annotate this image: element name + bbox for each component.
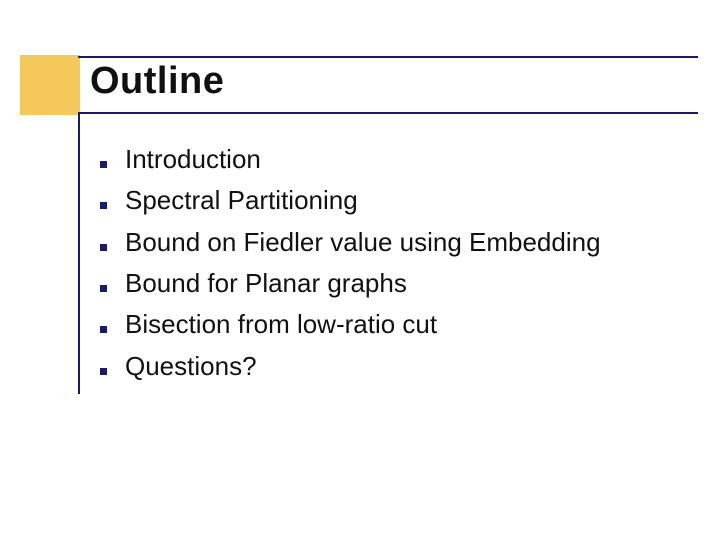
- title-line-bottom: [78, 112, 698, 114]
- list-item: Questions?: [100, 349, 680, 383]
- list-item: Bisection from low-ratio cut: [100, 307, 680, 341]
- square-bullet-icon: [100, 285, 107, 292]
- list-item-label: Bisection from low-ratio cut: [125, 307, 437, 341]
- list-item-label: Bound for Planar graphs: [125, 266, 407, 300]
- title-accent-box: [20, 55, 80, 115]
- bullet-list: Introduction Spectral Partitioning Bound…: [100, 142, 680, 390]
- list-item-label: Introduction: [125, 142, 261, 176]
- list-item: Spectral Partitioning: [100, 183, 680, 217]
- list-item-label: Bound on Fiedler value using Embedding: [125, 225, 601, 259]
- list-item-label: Spectral Partitioning: [125, 183, 358, 217]
- list-item: Introduction: [100, 142, 680, 176]
- square-bullet-icon: [100, 244, 107, 251]
- square-bullet-icon: [100, 326, 107, 333]
- accent-vertical-line: [78, 114, 80, 394]
- square-bullet-icon: [100, 161, 107, 168]
- list-item: Bound on Fiedler value using Embedding: [100, 225, 680, 259]
- title-line-top: [78, 56, 698, 58]
- list-item: Bound for Planar graphs: [100, 266, 680, 300]
- slide-title: Outline: [90, 60, 224, 103]
- list-item-label: Questions?: [125, 349, 257, 383]
- square-bullet-icon: [100, 202, 107, 209]
- square-bullet-icon: [100, 368, 107, 375]
